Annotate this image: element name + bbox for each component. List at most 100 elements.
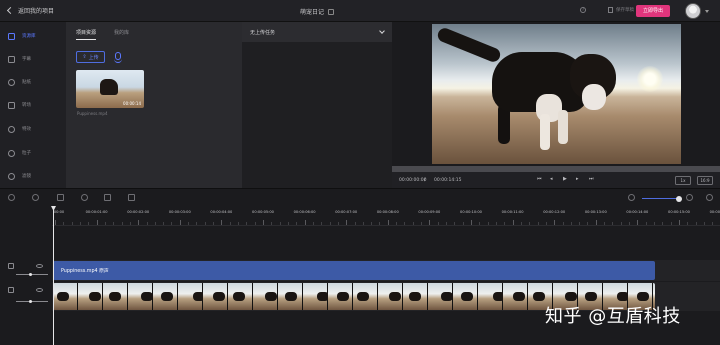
eye-icon[interactable] [36,288,43,292]
step-back-icon[interactable]: ◂ [550,177,555,182]
ruler-minor-tick [620,222,622,225]
sidebar-item-label: 转场 [22,103,31,108]
audio-volume-slider[interactable] [16,274,48,275]
ruler-minor-tick [337,222,339,225]
speed-button[interactable]: 1x [675,176,691,185]
sidebar-item-transition[interactable]: 转场 [0,94,66,116]
video-frame-thumbnail [228,283,253,310]
frame-dog [513,292,525,301]
frame-dog [565,292,577,301]
dog-leg [540,114,550,150]
video-frame-thumbnail [203,283,228,310]
help-button[interactable]: ? [580,7,586,13]
edit-icon[interactable] [328,8,335,15]
ruler-tick [346,220,348,225]
sticker-icon [8,78,15,86]
undo-icon[interactable] [8,194,15,201]
playhead[interactable] [53,206,54,345]
video-frame-thumbnail [503,283,528,310]
microphone-icon[interactable] [114,52,122,63]
upload-icon: ⇪ [82,54,87,60]
sidebar-item-text[interactable]: 字幕 [0,48,66,70]
zoom-in-icon[interactable] [686,194,693,201]
settings-icon[interactable] [706,194,713,201]
media-duration: 00:00:14 [123,101,141,106]
thumbnail-image [100,79,118,95]
sidebar-item-effect[interactable]: 特效 [0,118,66,140]
ruler-tick-label: 00:00:02:00 [127,210,150,214]
video-frame-thumbnail [78,283,103,310]
crop-icon[interactable] [81,194,88,201]
audio-clip[interactable]: Puppiness.mp4 原声 [53,261,655,280]
ruler-tick-label: 00:00:10:00 [460,210,482,214]
ruler-minor-tick [462,222,464,225]
sidebar-item-library[interactable]: 资源库 [0,25,66,47]
music-icon [8,263,14,269]
dog-muzzle [582,84,606,110]
back-to-projects-link[interactable]: 返回我的项目 [6,6,54,15]
avatar[interactable] [685,3,701,19]
ruler-minor-tick [454,222,456,225]
frame-dog [409,292,421,301]
ruler-minor-tick [562,222,564,225]
chevron-down-icon[interactable] [705,10,709,13]
ruler-minor-tick [495,222,497,225]
zoom-slider-handle[interactable] [676,195,682,202]
play-icon[interactable]: ▶ [563,177,568,182]
library-icon [8,32,15,40]
transition-icon [8,101,15,109]
sidebar-item-particle[interactable]: 粒子 [0,142,66,164]
video-volume-slider[interactable] [16,301,48,302]
dog-leg [558,110,568,144]
volume-handle[interactable] [29,273,32,276]
sidebar-item-label: 资源库 [22,34,36,39]
project-title[interactable]: 萌宠日记 [300,7,335,16]
tab-project-resources[interactable]: 项目资源 [76,29,97,40]
resource-panel: 项目资源 我的库 ⇪ 上传 00:00:14 Puppiness.mp4 [66,22,242,188]
eye-icon[interactable] [36,264,43,268]
aspect-ratio-button[interactable]: 16:9 [697,176,713,185]
storyboard-icon[interactable] [128,194,135,201]
delete-icon[interactable] [104,194,111,201]
split-icon[interactable] [57,194,64,201]
ruler-tick [512,220,514,225]
ruler-minor-tick [154,222,156,225]
media-thumbnail[interactable]: 00:00:14 [76,70,144,108]
ruler-minor-tick [529,222,531,225]
tab-my-library[interactable]: 我的库 [114,29,129,40]
ruler-tick-label: 00:00:13:00 [584,210,607,214]
sidebar-item-sticker[interactable]: 贴纸 [0,71,66,93]
skip-end-icon[interactable]: ⏭ [589,177,594,182]
ruler-tick [471,220,472,225]
volume-handle[interactable] [29,300,32,303]
upload-button[interactable]: ⇪ 上传 [76,51,105,63]
ruler-minor-tick [63,222,65,225]
save-draft-button[interactable]: 保存草稿 [608,7,634,13]
ruler-minor-tick [487,222,489,225]
ruler-tick [554,220,556,225]
ruler-minor-tick [712,222,714,225]
step-forward-icon[interactable]: ▸ [576,177,581,182]
video-preview[interactable] [432,24,681,164]
frame-dog [461,292,473,301]
redo-icon[interactable] [32,194,39,201]
upload-label: 上传 [88,54,99,61]
upload-task-dropdown[interactable]: 无上传任务 [242,22,392,42]
frame-dog [337,292,349,301]
zoom-slider[interactable] [642,198,680,200]
timeline-ruler[interactable]: 00:00 00:00:01:00 00:00:02:00 00:00:03:00 00… [52,206,720,226]
ruler-minor-tick [537,222,539,225]
ruler-tick [304,220,306,225]
save-icon [608,7,613,13]
ruler-minor-tick [79,222,81,225]
zoom-out-icon[interactable] [628,194,635,201]
skip-start-icon[interactable]: ⏮ [537,177,542,182]
ruler-minor-tick [695,222,697,225]
sidebar-item-filter[interactable]: 滤镜 [0,165,66,187]
export-button[interactable]: 立即导出 [636,5,670,17]
video-track-icon [8,287,14,293]
resource-tabs: 项目资源 我的库 [76,29,129,40]
video-frame-thumbnail [403,283,428,310]
preview-area [392,22,720,166]
sidebar-item-label: 贴纸 [22,80,31,85]
